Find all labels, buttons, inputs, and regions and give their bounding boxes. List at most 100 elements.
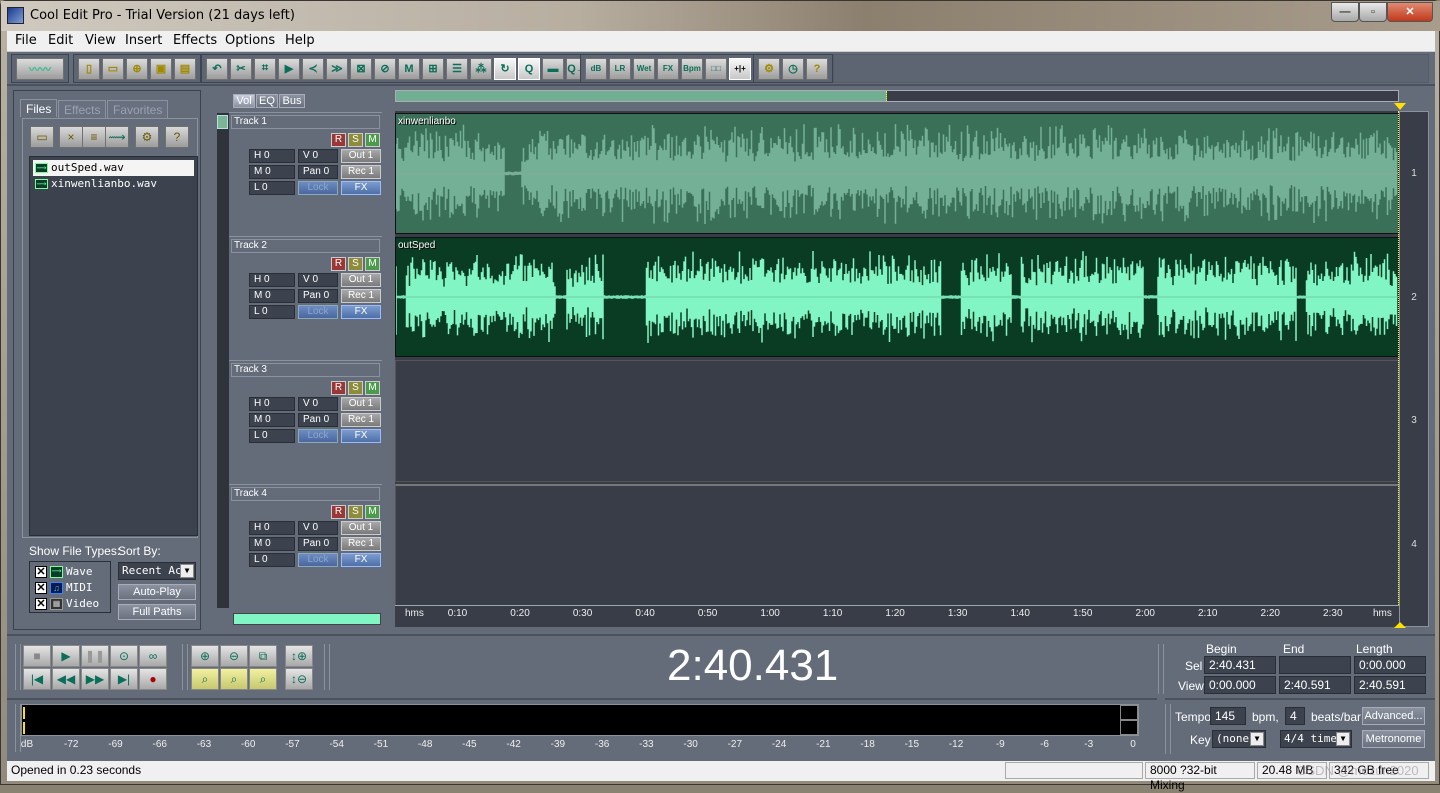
play-to-end-button[interactable]: ⊙ — [110, 645, 138, 667]
menu-edit[interactable]: Edit — [48, 33, 73, 48]
overview-visible-range[interactable] — [396, 91, 887, 101]
pan-envelope-button[interactable]: LR — [609, 57, 631, 80]
undo-button[interactable]: ↶ — [206, 57, 228, 80]
h-field[interactable]: H 0 — [249, 273, 295, 287]
record-input-button[interactable]: Rec 1 — [341, 289, 381, 303]
l-field[interactable]: L 0 — [249, 305, 295, 319]
help-button[interactable]: ? — [806, 57, 828, 80]
h-field[interactable]: H 0 — [249, 149, 295, 163]
lock-button[interactable]: Lock — [298, 553, 338, 567]
output-button[interactable]: Out 1 — [341, 521, 381, 535]
lock-button[interactable]: ⊘ — [374, 57, 396, 80]
mute-button[interactable]: M — [365, 133, 380, 147]
tab-bus[interactable]: Bus — [279, 94, 305, 108]
clip-indicator-right[interactable] — [1120, 720, 1138, 735]
go-to-begin-button[interactable]: |◀ — [23, 668, 51, 690]
record-arm-button[interactable]: R — [331, 505, 346, 519]
delete-button[interactable]: ⊠ — [350, 57, 372, 80]
volume-field[interactable]: V 0 — [298, 273, 338, 287]
sel-begin-field[interactable]: 2:40.431 — [1204, 656, 1276, 674]
tab-eq[interactable]: EQ — [256, 94, 278, 108]
lock-button[interactable]: Lock — [298, 429, 338, 443]
zoom-out-v-button[interactable]: ↕⊖ — [285, 668, 313, 690]
align-button[interactable]: ☰ — [446, 57, 468, 80]
volume-field[interactable]: V 0 — [298, 397, 338, 411]
track-name-field[interactable]: Track 3 — [231, 363, 380, 377]
beats-field[interactable]: 4 — [1285, 707, 1305, 725]
file-item[interactable]: ⟿ xinwenlianbo.wav — [33, 176, 194, 192]
clip-indicator-left[interactable] — [1120, 705, 1138, 720]
menu-help[interactable]: Help — [285, 33, 315, 48]
wet-dry-button[interactable]: Wet — [633, 57, 655, 80]
lock-button[interactable]: Lock — [298, 181, 338, 195]
play-button[interactable]: ▶ — [52, 645, 80, 667]
pause-button[interactable]: ❚❚ — [81, 645, 109, 667]
mute-button[interactable]: M — [365, 381, 380, 395]
menu-options[interactable]: Options — [225, 33, 275, 48]
title-bar[interactable]: Cool Edit Pro - Trial Version (21 days l… — [1, 1, 1440, 31]
track-name-field[interactable]: Track 2 — [231, 239, 380, 253]
close-file-button[interactable]: × — [59, 126, 83, 148]
loop-button[interactable]: ∞ — [139, 645, 167, 667]
minimize-button[interactable]: — — [1331, 2, 1359, 22]
group-button[interactable]: ⊞ — [422, 57, 444, 80]
sel-end-field[interactable] — [1279, 656, 1351, 674]
stop-button[interactable]: ■ — [23, 645, 51, 667]
track-4-lane[interactable] — [395, 484, 1399, 606]
fx-params-button[interactable]: FX — [657, 57, 679, 80]
track-2-lane[interactable]: outSped — [395, 237, 1399, 357]
mute-button[interactable]: M — [365, 505, 380, 519]
settings-button[interactable]: ⚙ — [758, 57, 780, 80]
wave-checkbox[interactable]: ✕ — [35, 566, 47, 578]
pan-field[interactable]: Pan 0 — [298, 165, 338, 179]
loop-duration-button[interactable]: ↻ — [494, 57, 516, 80]
volume-field[interactable]: V 0 — [298, 521, 338, 535]
tab-files[interactable]: Files — [20, 99, 58, 117]
m-field[interactable]: M 0 — [249, 289, 295, 303]
track-3-lane[interactable] — [395, 360, 1399, 482]
open-file-button[interactable]: ▭ — [30, 126, 54, 148]
m-field[interactable]: M 0 — [249, 537, 295, 551]
view-end-field[interactable]: 2:40.591 — [1279, 676, 1351, 694]
clock-lock-button[interactable]: ◷ — [782, 57, 804, 80]
menu-effects[interactable]: Effects — [173, 33, 217, 48]
mute-button[interactable]: M — [398, 57, 420, 80]
new-session-button[interactable]: ▯ — [78, 57, 100, 80]
tempo-field[interactable]: 145 — [1210, 707, 1246, 725]
view-begin-field[interactable]: 0:00.000 — [1204, 676, 1276, 694]
open-append-button[interactable]: ⊕ — [126, 57, 148, 80]
advanced-button[interactable]: Advanced... — [1362, 707, 1425, 725]
record-input-button[interactable]: Rec 1 — [341, 537, 381, 551]
tab-effects[interactable]: Effects — [58, 100, 107, 118]
snap-button[interactable]: ⁂ — [470, 57, 492, 80]
rewind-button[interactable]: ◀◀ — [52, 668, 80, 690]
cursor-marker-top[interactable] — [1394, 103, 1406, 110]
l-field[interactable]: L 0 — [249, 553, 295, 567]
record-arm-button[interactable]: R — [331, 381, 346, 395]
track-name-field[interactable]: Track 1 — [231, 115, 380, 129]
fx-button[interactable]: FX — [341, 553, 381, 567]
file-list[interactable]: ⟿ outSped.wav ⟿ xinwenlianbo.wav — [29, 156, 198, 536]
output-button[interactable]: Out 1 — [341, 273, 381, 287]
maximize-button[interactable]: ▫ — [1359, 2, 1387, 22]
h-field[interactable]: H 0 — [249, 521, 295, 535]
crop-button[interactable]: ⌗ — [254, 57, 276, 80]
snap-cue-button[interactable]: Q — [518, 57, 540, 80]
mute-button[interactable]: M — [365, 257, 380, 271]
fx-button[interactable]: FX — [341, 429, 381, 443]
close-button[interactable]: ✕ — [1387, 2, 1433, 22]
cursor-marker-bottom[interactable] — [1394, 622, 1406, 628]
m-field[interactable]: M 0 — [249, 413, 295, 427]
file-settings-button[interactable]: ⚙ — [135, 126, 159, 148]
snap-ruler-button[interactable]: ▬ — [542, 57, 564, 80]
view-length-field[interactable]: 2:40.591 — [1354, 676, 1426, 694]
l-field[interactable]: L 0 — [249, 181, 295, 195]
metronome-button[interactable]: Metronome — [1362, 730, 1425, 748]
record-input-button[interactable]: Rec 1 — [341, 165, 381, 179]
solo-button[interactable]: S — [348, 505, 363, 519]
pan-field[interactable]: Pan 0 — [298, 537, 338, 551]
midi-checkbox[interactable]: ✕ — [35, 582, 47, 594]
pan-field[interactable]: Pan 0 — [298, 289, 338, 303]
tempo-envelope-button[interactable]: Bpm — [681, 57, 703, 80]
edit-file-button[interactable]: ⟿ — [105, 126, 129, 148]
